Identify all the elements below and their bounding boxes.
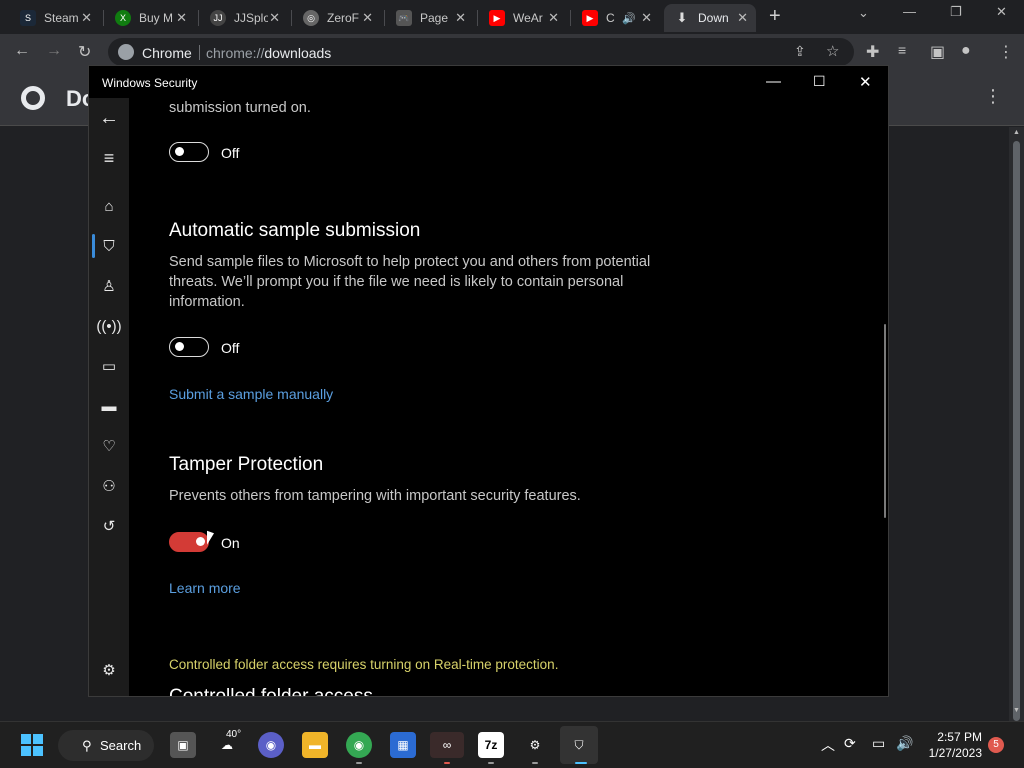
auto-sample-toggle[interactable] xyxy=(169,337,209,357)
tab-downloads[interactable]: ⬇ Down ✕ xyxy=(664,4,756,32)
chrome-icon xyxy=(118,44,134,60)
ws-nav-rail: ← ≡ ⌂ ⛉ ♙ ((•)) ▭ ▬ ♡ ⚇ ↺ ⚙ xyxy=(89,98,129,696)
extensions-icon[interactable]: ✚ xyxy=(866,42,879,62)
page-menu-icon[interactable]: ⋮ xyxy=(984,86,1002,107)
close-icon[interactable]: ✕ xyxy=(269,10,280,26)
gamepad-icon: 🎮 xyxy=(396,10,412,26)
reload-icon[interactable]: ↻ xyxy=(78,42,91,62)
ws-maximize-button[interactable]: ☐ xyxy=(813,73,826,90)
warning-message: Controlled folder access requires turnin… xyxy=(169,657,559,672)
close-window-button[interactable]: ✕ xyxy=(996,4,1007,20)
bookmark-star-icon[interactable]: ☆ xyxy=(826,42,839,60)
side-panel-icon[interactable]: ▣ xyxy=(930,42,945,62)
settings-taskbar-icon[interactable]: ⚙ xyxy=(522,732,548,758)
app-browser-icon[interactable]: ▭ xyxy=(89,354,129,378)
taskbar: ⚲ Search ▣ ☁ 40° ◉ ▬ ◉ ▦ ∞ 7z ⚙ ⛉ ︿ ⟳ ▭ … xyxy=(0,721,1024,768)
ws-close-button[interactable]: ✕ xyxy=(859,73,872,91)
store-icon[interactable]: ▦ xyxy=(390,732,416,758)
top-description: submission turned on. xyxy=(169,100,311,116)
learn-more-link[interactable]: Learn more xyxy=(169,580,241,596)
download-icon: ⬇ xyxy=(676,10,688,25)
media-icon[interactable]: ≡ xyxy=(898,42,906,58)
youtube-icon: ▶ xyxy=(582,10,598,26)
menu-icon[interactable]: ⋮ xyxy=(998,42,1014,62)
ws-titlebar: Windows Security — ☐ ✕ xyxy=(89,66,888,98)
close-icon[interactable]: ✕ xyxy=(548,10,559,26)
sync-icon[interactable]: ⟳ xyxy=(844,735,856,752)
search-icon: ⚲ xyxy=(82,738,92,753)
close-icon[interactable]: ✕ xyxy=(641,10,652,26)
notification-badge[interactable]: 5 xyxy=(988,737,1004,753)
forward-icon[interactable]: → xyxy=(46,42,62,60)
app-icon[interactable]: ∞ xyxy=(430,732,464,758)
taskbar-search[interactable]: ⚲ Search xyxy=(58,730,154,761)
weather-temp: 40° xyxy=(226,729,242,740)
minimize-button[interactable]: — xyxy=(903,4,916,19)
ws-scrollbar[interactable] xyxy=(884,324,886,518)
xbox-icon: X xyxy=(115,10,131,26)
new-tab-button[interactable]: + xyxy=(769,5,781,28)
address-bar[interactable]: Chrome chrome://downloads ⇪ ☆ xyxy=(108,38,854,66)
tab-c[interactable]: ▶ C 🔊 ✕ xyxy=(572,4,660,32)
close-icon[interactable]: ✕ xyxy=(81,10,92,26)
tamper-protection-toggle[interactable] xyxy=(169,532,209,552)
profile-icon[interactable]: ● xyxy=(961,42,971,60)
ws-minimize-button[interactable]: — xyxy=(766,73,781,90)
shield-icon[interactable]: ⛉ xyxy=(89,234,129,258)
close-icon[interactable]: ✕ xyxy=(737,10,748,26)
back-icon[interactable]: ← xyxy=(14,42,30,60)
windows-security-taskbar-icon[interactable]: ⛉ xyxy=(560,726,598,764)
network-icon[interactable]: ((•)) xyxy=(89,314,129,338)
settings-gear-icon[interactable]: ⚙ xyxy=(89,658,129,682)
share-icon[interactable]: ⇪ xyxy=(794,43,806,60)
ws-content: submission turned on. Off Automatic samp… xyxy=(129,98,888,697)
task-view-icon[interactable]: ▣ xyxy=(170,732,196,758)
windows-security-window: Windows Security — ☐ ✕ ← ≡ ⌂ ⛉ ♙ ((•)) ▭… xyxy=(88,65,889,697)
cfa-heading: Controlled folder access xyxy=(169,686,373,697)
tab-steam[interactable]: S Steam ✕ xyxy=(10,4,100,32)
chrome-logo-icon xyxy=(21,86,45,110)
tray-overflow-icon[interactable]: ︿ xyxy=(821,735,835,755)
home-icon[interactable]: ⌂ xyxy=(89,194,129,218)
speaker-icon[interactable]: 🔊 xyxy=(622,12,636,25)
jj-icon: JJ xyxy=(210,10,226,26)
chat-icon[interactable]: ◉ xyxy=(258,732,284,758)
health-icon[interactable]: ♡ xyxy=(89,434,129,458)
7zip-icon[interactable]: 7z xyxy=(478,732,504,758)
tab-zero[interactable]: ◎ ZeroF ✕ xyxy=(293,4,381,32)
hamburger-menu-icon[interactable]: ≡ xyxy=(89,146,129,170)
maximize-button[interactable]: ❐ xyxy=(950,4,962,20)
tab-search-icon[interactable]: ⌄ xyxy=(858,5,869,21)
tamper-heading: Tamper Protection xyxy=(169,454,324,475)
account-icon[interactable]: ♙ xyxy=(89,274,129,298)
tab-jjsploit[interactable]: JJ JJSplo ✕ xyxy=(200,4,288,32)
start-button[interactable] xyxy=(19,732,45,758)
page-scrollbar[interactable]: ▲ ▼ xyxy=(1009,127,1024,721)
tab-strip: S Steam ✕ X Buy M ✕ JJ JJSplo ✕ ◎ ZeroF … xyxy=(0,0,1024,34)
auto-sample-description: Send sample files to Microsoft to help p… xyxy=(169,254,651,310)
close-icon[interactable]: ✕ xyxy=(176,10,187,26)
tamper-description: Prevents others from tampering with impo… xyxy=(169,488,581,504)
close-icon[interactable]: ✕ xyxy=(362,10,373,26)
tab-buy[interactable]: X Buy M ✕ xyxy=(105,4,195,32)
mouse-cursor xyxy=(207,530,214,548)
close-icon[interactable]: ✕ xyxy=(455,10,466,26)
device-security-icon[interactable]: ▬ xyxy=(89,394,129,418)
globe-icon: ◎ xyxy=(303,10,319,26)
family-icon[interactable]: ⚇ xyxy=(89,474,129,498)
cloud-protection-toggle[interactable] xyxy=(169,142,209,162)
volume-icon[interactable]: 🔊 xyxy=(896,735,913,752)
back-arrow-icon[interactable]: ← xyxy=(89,106,129,130)
submit-sample-link[interactable]: Submit a sample manually xyxy=(169,386,333,402)
history-icon[interactable]: ↺ xyxy=(89,514,129,538)
clock[interactable]: 2:57 PM 1/27/2023 xyxy=(920,729,982,761)
auto-sample-heading: Automatic sample submission xyxy=(169,220,421,241)
steam-icon: S xyxy=(20,10,36,26)
display-icon[interactable]: ▭ xyxy=(872,735,885,752)
chrome-taskbar-icon[interactable]: ◉ xyxy=(346,732,372,758)
tab-page[interactable]: 🎮 Page ✕ xyxy=(386,4,474,32)
youtube-icon: ▶ xyxy=(489,10,505,26)
file-explorer-icon[interactable]: ▬ xyxy=(302,732,328,758)
tab-wear[interactable]: ▶ WeAr ✕ xyxy=(479,4,567,32)
